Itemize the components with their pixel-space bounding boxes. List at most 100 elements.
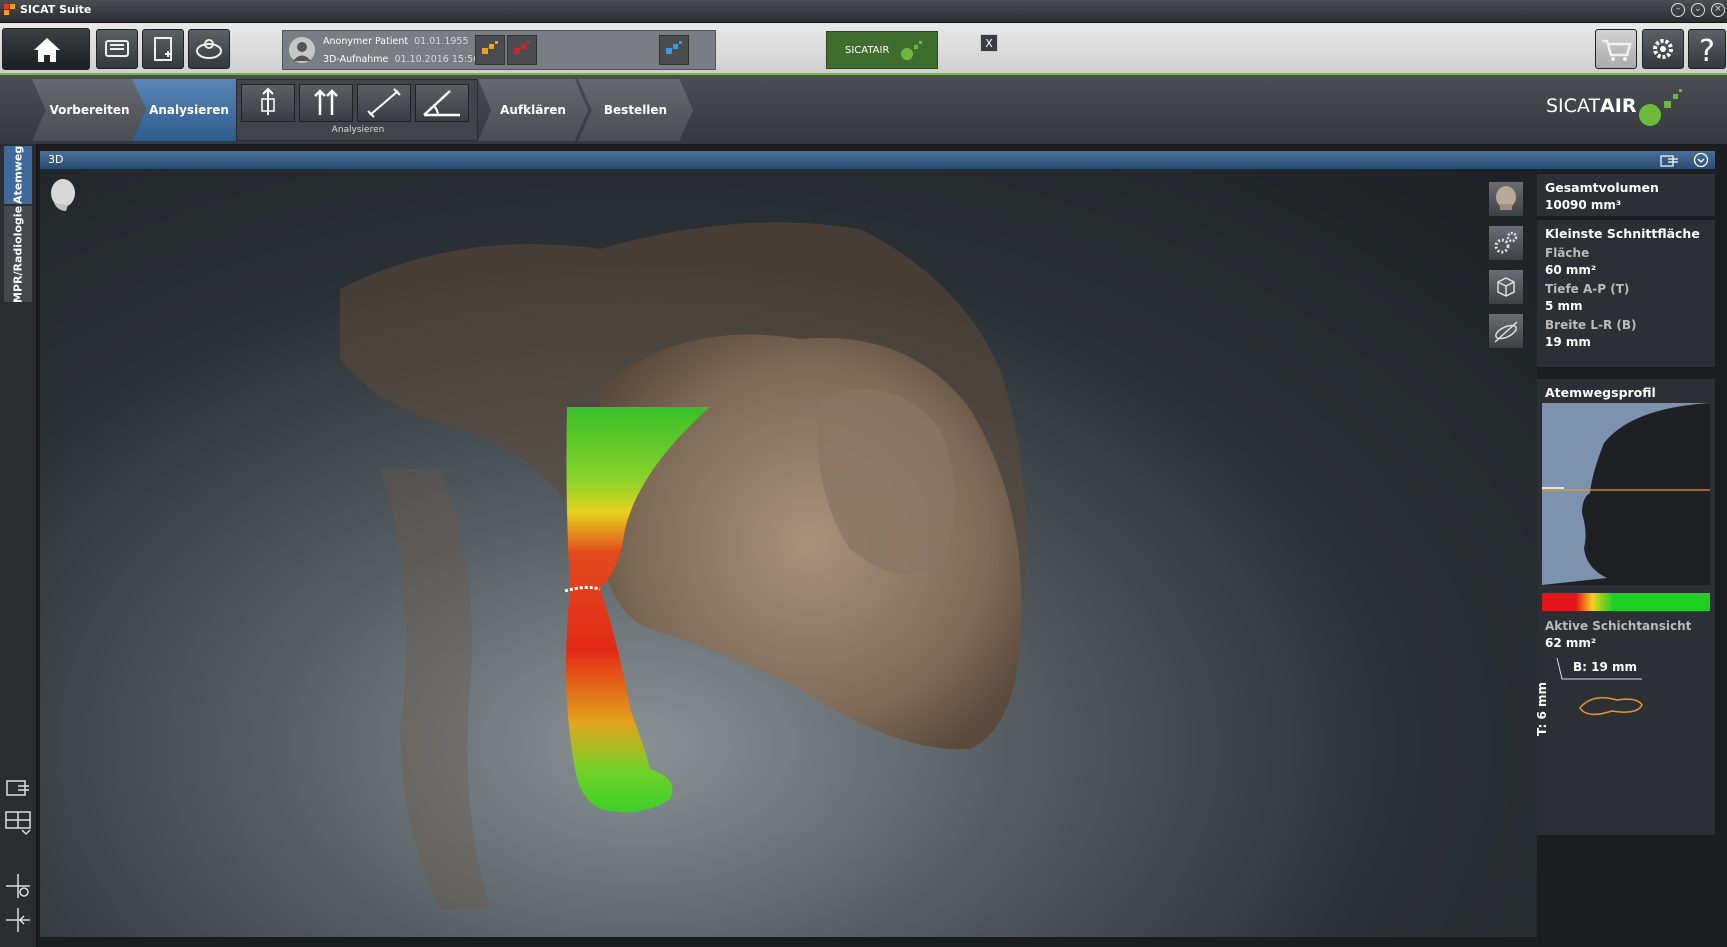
angle-measure-tool[interactable]	[415, 84, 469, 122]
scan-date: 01.10.2016 15:56	[394, 54, 480, 65]
airway-profile-card: Atemwegsprofil Aktive Schichtansicht 62 …	[1535, 379, 1715, 835]
tab-mpr-label: MPR/Radiologie	[11, 205, 25, 303]
collapse-panel-button[interactable]	[4, 906, 32, 934]
volume-rendering	[340, 222, 1027, 909]
home-icon	[34, 38, 60, 62]
help-button[interactable]: ?	[1688, 29, 1726, 69]
volume-render-mode-button[interactable]	[1488, 181, 1524, 217]
sicatair-tab-label: SICATAIR	[845, 45, 890, 56]
close-window-button[interactable]: ×	[1711, 3, 1725, 17]
layout-button[interactable]	[4, 808, 32, 836]
slice-width-value: B: 19 mm	[1573, 660, 1638, 674]
airway-info-panel: Gesamtvolumen 10090 mm³ Kleinste Schnitt…	[1535, 169, 1715, 937]
analyze-tools-group: Analysieren	[236, 79, 478, 141]
patient-avatar-icon	[289, 37, 315, 63]
ruler-icon	[367, 88, 401, 118]
app-title: SICAT Suite	[20, 3, 92, 16]
restore-button[interactable]: ⌄	[1691, 3, 1705, 17]
app-logo-icon	[4, 4, 15, 15]
airway-define-tool[interactable]	[241, 84, 295, 122]
patient-info-bar[interactable]: Anonymer Patient 01.01.1955 3D-Aufnahme …	[282, 30, 998, 70]
viewport-3d[interactable]	[40, 169, 1537, 937]
screenshot-view-icon[interactable]	[1658, 152, 1680, 168]
distance-measure-tool[interactable]	[357, 84, 411, 122]
patient-name-line: Anonymer Patient 01.01.1955	[323, 36, 469, 47]
gears-icon	[1494, 231, 1518, 254]
area-value: 60 mm²	[1545, 263, 1597, 277]
function-app-icon	[514, 41, 530, 54]
sicatair-logo-icon	[1639, 89, 1682, 126]
screenshot-icon	[6, 780, 29, 796]
layout-icon	[5, 811, 31, 836]
active-slice-label: Aktive Schichtansicht	[1545, 619, 1692, 633]
scan-import-button[interactable]	[188, 29, 230, 69]
left-sidebar: Atemweg MPR/Radiologie	[0, 144, 37, 947]
main-toolbar: Anonymer Patient 01.01.1955 3D-Aufnahme …	[0, 23, 1727, 75]
area-label: Fläche	[1545, 246, 1590, 260]
app-tab-function[interactable]	[507, 35, 537, 65]
step-label: Bestellen	[603, 103, 668, 117]
patient-list-icon	[105, 40, 129, 57]
scan-info-line: 3D-Aufnahme 01.10.2016 15:56	[323, 54, 479, 65]
sicatair-app-icon	[901, 41, 922, 60]
min-cross-section-card: Kleinste Schnittfläche Fläche 60 mm² Tie…	[1537, 220, 1715, 367]
workflow-step-bestellen[interactable]: Bestellen	[578, 79, 693, 141]
view-title: 3D	[48, 153, 64, 166]
workflow-bar: Vorbereiten Analysieren Analysieren Aufk…	[0, 75, 1727, 144]
active-slice-value: 62 mm²	[1545, 636, 1597, 650]
slice-plane-button[interactable]	[1488, 313, 1524, 349]
tab-atemweg[interactable]: Atemweg	[4, 146, 32, 204]
view-menu-chevron-icon[interactable]	[1693, 152, 1709, 168]
title-bar: SICAT Suite – ⌄ ×	[0, 0, 1727, 23]
scan-label: 3D-Aufnahme	[323, 54, 389, 65]
svg-text:?: ?	[1699, 34, 1715, 68]
tab-mpr-radiologie[interactable]: MPR/Radiologie	[4, 205, 32, 303]
screenshot-button[interactable]	[4, 774, 32, 802]
crosshair-toggle-button[interactable]	[4, 872, 32, 900]
airway-profile-graph[interactable]	[1542, 403, 1710, 585]
implant-app-icon	[482, 41, 498, 54]
total-volume-label: Gesamtvolumen	[1545, 180, 1659, 195]
close-patient-button[interactable]: X	[980, 34, 998, 52]
workflow-step-analysieren[interactable]: Analysieren	[132, 79, 252, 141]
workflow-step-vorbereiten[interactable]: Vorbereiten	[32, 79, 147, 141]
slice-depth-value: T: 6 mm	[1535, 681, 1549, 737]
gear-icon	[1653, 39, 1673, 59]
airway-define-icon	[261, 87, 275, 115]
view-header-3d: 3D	[40, 151, 1715, 169]
app-tab-endo[interactable]	[659, 35, 689, 65]
angle-icon	[423, 90, 460, 117]
patient-dob: 01.01.1955	[414, 36, 469, 47]
minimize-button[interactable]: –	[1671, 3, 1685, 17]
total-volume-value: 10090 mm³	[1545, 198, 1622, 212]
endo-app-icon	[666, 41, 682, 54]
shopping-cart-icon	[1602, 39, 1632, 61]
cart-button[interactable]	[1595, 29, 1637, 69]
profile-label: Atemwegsprofil	[1545, 385, 1656, 400]
airway-adjust-tool[interactable]	[299, 84, 353, 122]
tab-atemweg-label: Atemweg	[11, 145, 25, 205]
step-label: Analysieren	[149, 103, 229, 117]
depth-label: Tiefe A-P (T)	[1545, 282, 1630, 296]
settings-button[interactable]	[1642, 29, 1684, 69]
min-cross-label: Kleinste Schnittfläche	[1545, 226, 1700, 241]
total-volume-card: Gesamtvolumen 10090 mm³	[1537, 174, 1715, 216]
home-button[interactable]	[2, 28, 90, 70]
skull-icon	[1496, 186, 1516, 210]
step-label: Aufklären	[500, 103, 566, 117]
workflow-step-aufklaeren[interactable]: Aufklären	[478, 79, 588, 141]
crosshair-icon	[6, 874, 30, 898]
app-tab-sicatair[interactable]: SICATAIR	[826, 31, 938, 69]
scanner-icon	[196, 39, 222, 59]
logo-text-sicat: SICAT	[1546, 95, 1601, 117]
new-document-button[interactable]	[142, 29, 184, 69]
render-settings-button[interactable]	[1488, 225, 1524, 261]
tools-group-label: Analysieren	[331, 125, 385, 135]
width-value: 19 mm	[1545, 335, 1591, 349]
app-tab-implant[interactable]	[475, 35, 505, 65]
patient-list-button[interactable]	[96, 29, 138, 69]
reset-view-button[interactable]	[1488, 269, 1524, 305]
patient-name: Anonymer Patient	[323, 36, 409, 47]
status-strip	[40, 937, 1715, 947]
orientation-head-icon[interactable]	[48, 177, 80, 213]
